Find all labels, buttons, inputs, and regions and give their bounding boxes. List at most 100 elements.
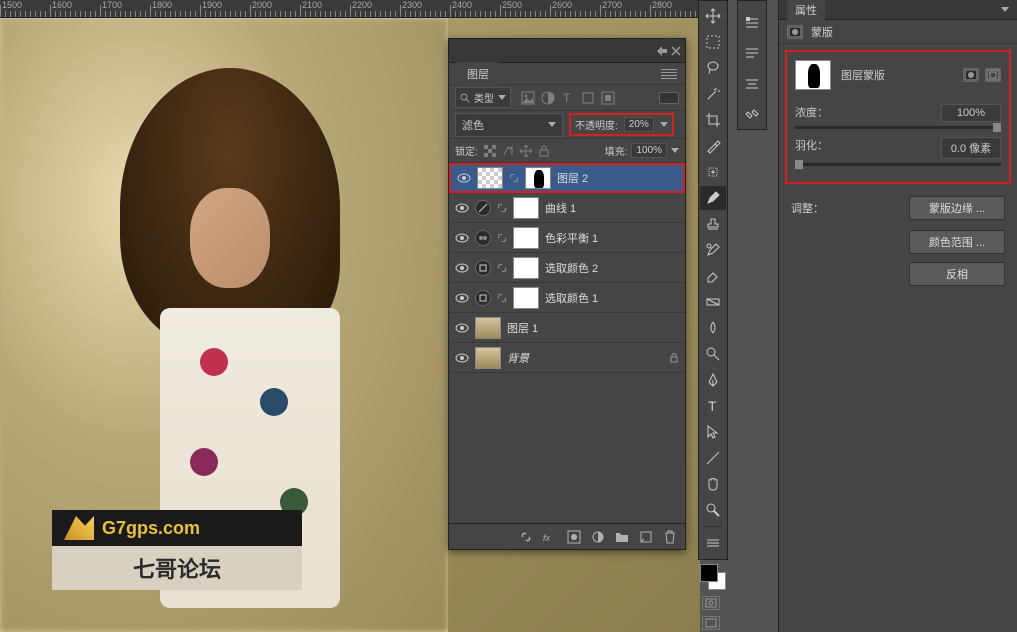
layer-name[interactable]: 曲线 1 xyxy=(545,200,679,216)
lock-pixels-icon[interactable] xyxy=(502,145,514,157)
mask-thumb[interactable] xyxy=(513,287,539,309)
vector-mask-icon[interactable] xyxy=(985,68,1001,82)
layer-row-selected[interactable]: 图层 2 xyxy=(449,163,685,193)
history-brush-tool[interactable] xyxy=(700,238,726,262)
panel-titlebar[interactable] xyxy=(449,39,685,63)
move-tool[interactable] xyxy=(700,4,726,28)
layer-name[interactable]: 背景 xyxy=(507,350,663,366)
ruler-label: 1500 xyxy=(2,0,22,10)
hand-tool[interactable] xyxy=(700,472,726,496)
blur-tool[interactable] xyxy=(700,316,726,340)
character-panel-icon[interactable] xyxy=(739,74,765,95)
color-range-button[interactable]: 颜色范围 ... xyxy=(909,230,1005,254)
mask-preview[interactable] xyxy=(795,60,831,90)
pen-tool[interactable] xyxy=(700,368,726,392)
lock-all-icon[interactable] xyxy=(538,145,550,157)
marquee-tool[interactable] xyxy=(700,30,726,54)
history-panel-icon[interactable] xyxy=(739,12,765,33)
new-group-icon[interactable] xyxy=(615,530,629,544)
add-mask-icon[interactable] xyxy=(567,530,581,544)
layer-thumb[interactable] xyxy=(475,347,501,369)
quick-mask-icon[interactable] xyxy=(702,596,720,610)
lasso-tool[interactable] xyxy=(700,56,726,80)
visibility-icon[interactable] xyxy=(455,351,469,365)
mask-thumb[interactable] xyxy=(525,167,551,189)
lock-transparent-icon[interactable] xyxy=(484,145,496,157)
layer-name[interactable]: 图层 1 xyxy=(507,320,679,336)
feather-input[interactable]: 0.0 像素 xyxy=(941,137,1001,159)
layer-row[interactable]: 背景 xyxy=(449,343,685,373)
paragraph-panel-icon[interactable] xyxy=(739,43,765,64)
fx-icon[interactable]: fx xyxy=(543,530,557,544)
stamp-tool[interactable] xyxy=(700,212,726,236)
path-select-tool[interactable] xyxy=(700,420,726,444)
brush-tool[interactable] xyxy=(700,186,726,210)
lock-position-icon[interactable] xyxy=(520,145,532,157)
healing-tool[interactable] xyxy=(700,160,726,184)
crop-tool[interactable] xyxy=(700,108,726,132)
link-layers-icon[interactable] xyxy=(519,530,533,544)
layer-row[interactable]: 色彩平衡 1 xyxy=(449,223,685,253)
mask-mode-icon[interactable] xyxy=(787,25,803,39)
filter-adjust-icon[interactable] xyxy=(541,91,555,105)
mask-thumb[interactable] xyxy=(513,257,539,279)
filter-pixel-icon[interactable] xyxy=(521,91,535,105)
panel-dropdown-icon[interactable] xyxy=(1001,7,1009,12)
type-tool[interactable]: T xyxy=(700,394,726,418)
layers-tab[interactable]: 图层 xyxy=(457,62,499,86)
visibility-icon[interactable] xyxy=(455,231,469,245)
pixel-mask-icon[interactable] xyxy=(963,68,979,82)
blend-mode-dropdown[interactable]: 滤色 xyxy=(455,113,563,137)
visibility-icon[interactable] xyxy=(455,201,469,215)
layer-name[interactable]: 选取颜色 2 xyxy=(545,260,679,276)
gradient-tool[interactable] xyxy=(700,290,726,314)
zoom-tool[interactable] xyxy=(700,498,726,522)
layer-row[interactable]: 曲线 1 xyxy=(449,193,685,223)
visibility-icon[interactable] xyxy=(457,171,471,185)
close-icon[interactable] xyxy=(671,46,681,56)
invert-button[interactable]: 反相 xyxy=(909,262,1005,286)
mask-thumb[interactable] xyxy=(513,197,539,219)
filter-toggle[interactable] xyxy=(659,92,679,104)
mask-thumb[interactable] xyxy=(513,227,539,249)
eyedropper-tool[interactable] xyxy=(700,134,726,158)
properties-tab[interactable]: 属性 xyxy=(787,0,825,20)
filter-type-dropdown[interactable]: 类型 xyxy=(455,87,511,108)
layer-row[interactable]: 选取颜色 2 xyxy=(449,253,685,283)
opacity-input[interactable]: 20% xyxy=(624,117,654,132)
fill-input[interactable]: 100% xyxy=(631,143,667,158)
delete-layer-icon[interactable] xyxy=(663,530,677,544)
eraser-tool[interactable] xyxy=(700,264,726,288)
layer-thumb[interactable] xyxy=(477,167,503,189)
layer-name[interactable]: 色彩平衡 1 xyxy=(545,230,679,246)
expand-icon[interactable] xyxy=(700,531,726,555)
dodge-tool[interactable] xyxy=(700,342,726,366)
shape-tool[interactable] xyxy=(700,446,726,470)
visibility-icon[interactable] xyxy=(455,261,469,275)
panel-menu-icon[interactable] xyxy=(661,69,677,79)
add-adjustment-icon[interactable] xyxy=(591,530,605,544)
layer-thumb[interactable] xyxy=(475,317,501,339)
tools-panel-icon[interactable] xyxy=(739,105,765,126)
filter-smart-icon[interactable] xyxy=(601,91,615,105)
screen-mode-icon[interactable] xyxy=(702,616,720,630)
mask-edge-button[interactable]: 蒙版边缘 ... xyxy=(909,196,1005,220)
collapse-icon[interactable] xyxy=(657,46,667,56)
visibility-icon[interactable] xyxy=(455,321,469,335)
filter-shape-icon[interactable] xyxy=(581,91,595,105)
layer-name[interactable]: 选取颜色 1 xyxy=(545,290,679,306)
density-input[interactable]: 100% xyxy=(941,104,1001,122)
layer-row[interactable]: 选取颜色 1 xyxy=(449,283,685,313)
visibility-icon[interactable] xyxy=(455,291,469,305)
layer-name[interactable]: 图层 2 xyxy=(557,170,677,186)
foreground-color[interactable] xyxy=(700,564,718,582)
fill-dropdown-icon[interactable] xyxy=(671,148,679,153)
layer-row[interactable]: 图层 1 xyxy=(449,313,685,343)
new-layer-icon[interactable] xyxy=(639,530,653,544)
color-swatches[interactable] xyxy=(700,564,726,590)
density-slider[interactable] xyxy=(795,126,1001,129)
magic-wand-tool[interactable] xyxy=(700,82,726,106)
opacity-dropdown-icon[interactable] xyxy=(660,122,668,127)
feather-slider[interactable] xyxy=(795,163,1001,166)
filter-type-icon[interactable]: T xyxy=(561,91,575,105)
